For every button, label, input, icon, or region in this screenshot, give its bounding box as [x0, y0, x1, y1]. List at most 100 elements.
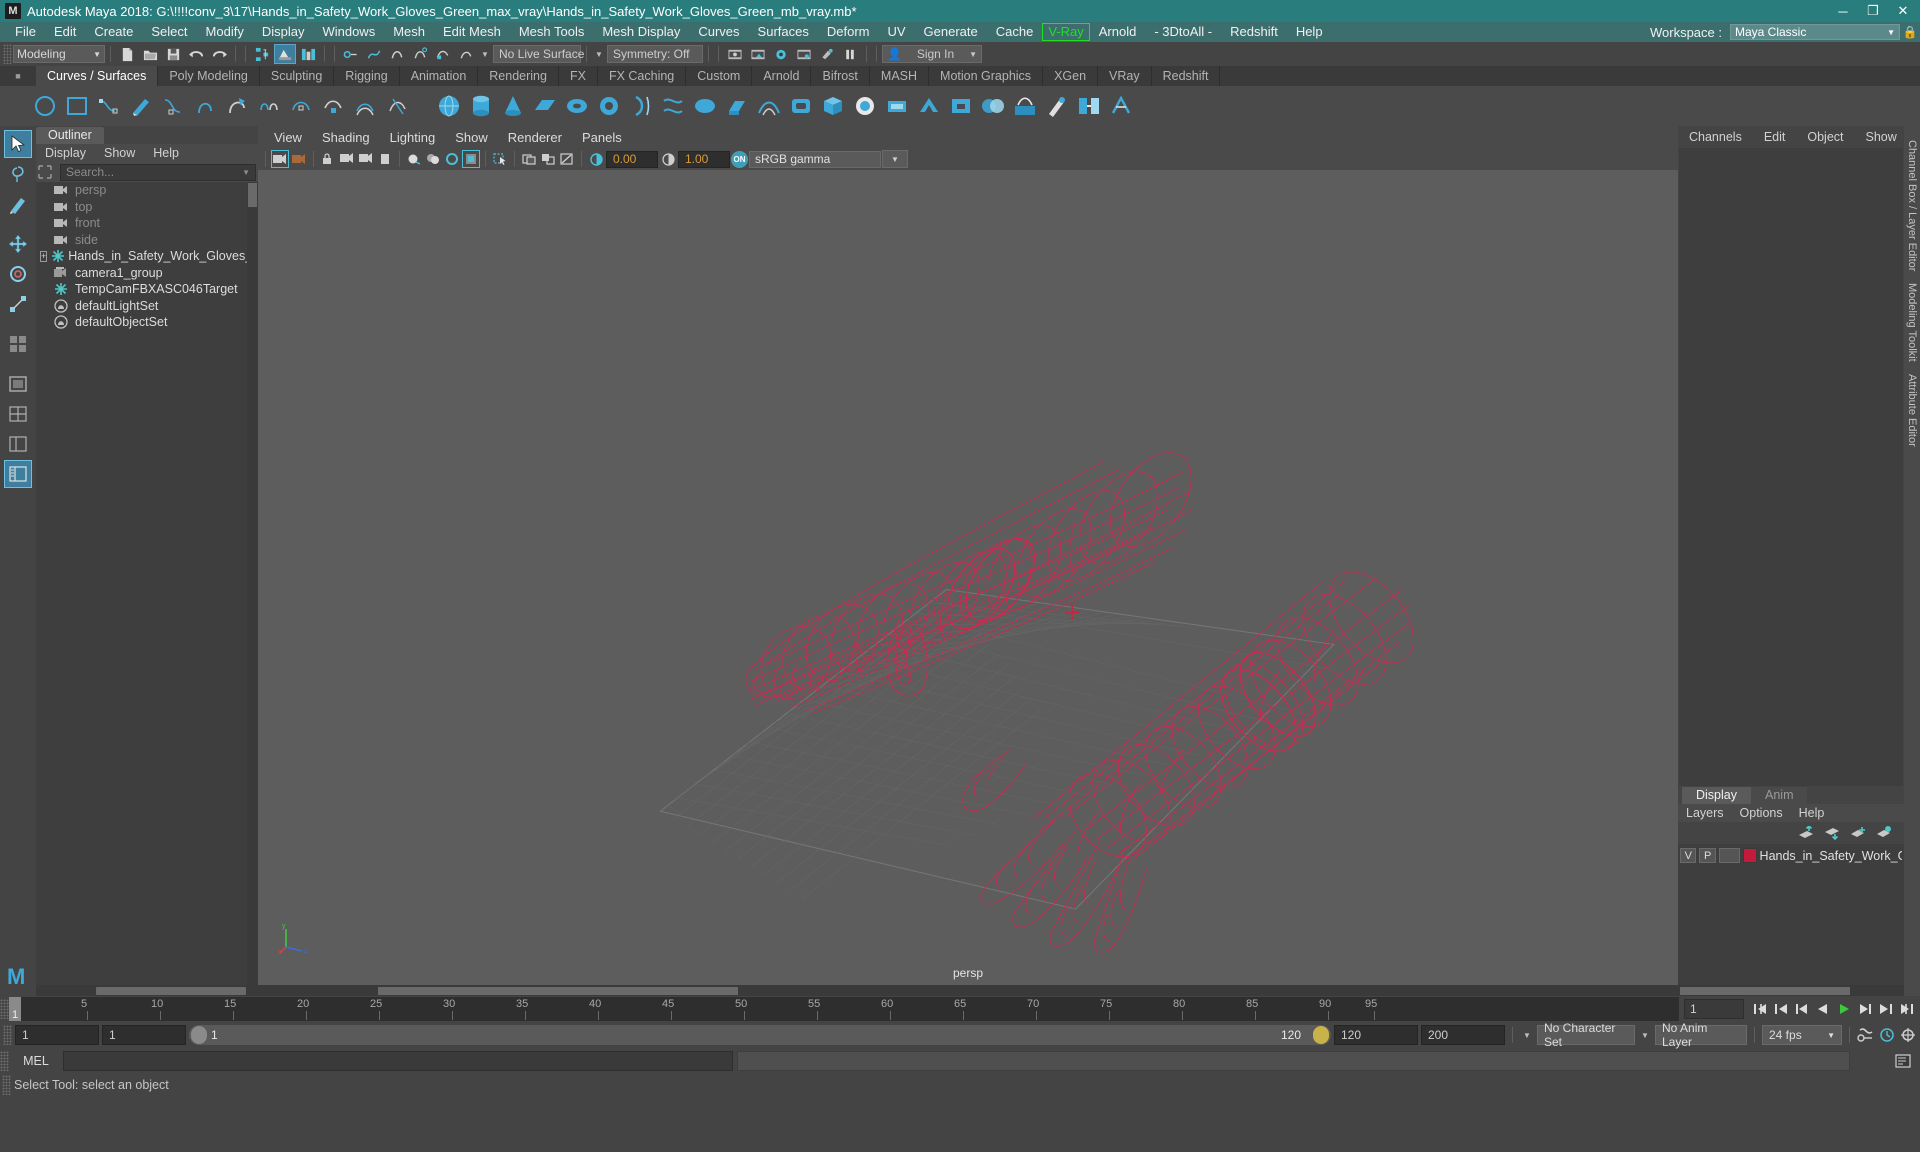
- menu-edit-mesh[interactable]: Edit Mesh: [434, 22, 510, 42]
- bezier-curve-icon[interactable]: [192, 93, 218, 119]
- new-scene-icon[interactable]: [116, 44, 138, 64]
- shelf-tab-rigging[interactable]: Rigging: [334, 66, 400, 86]
- outliner-item-persp[interactable]: persp: [36, 182, 258, 199]
- save-scene-icon[interactable]: [162, 44, 184, 64]
- select-by-object-icon[interactable]: [274, 44, 296, 64]
- close-button[interactable]: ✕: [1888, 1, 1918, 21]
- move-layer-down-icon[interactable]: [1824, 826, 1840, 840]
- time-slider[interactable]: 1 5 10 15 20 25 30 35 40 45 50 55 60 65 …: [9, 997, 1679, 1021]
- viewport-horizontal-scrollbar[interactable]: [258, 985, 1678, 996]
- outliner-item-side[interactable]: side: [36, 232, 258, 249]
- outliner-menu-display[interactable]: Display: [36, 146, 95, 160]
- shelf-tab-poly-modeling[interactable]: Poly Modeling: [158, 66, 260, 86]
- new-layer-icon[interactable]: [1850, 826, 1866, 840]
- bookmark-icon[interactable]: [338, 150, 356, 168]
- menu-mesh-tools[interactable]: Mesh Tools: [510, 22, 594, 42]
- layout-single-icon[interactable]: [4, 370, 32, 398]
- menu-help[interactable]: Help: [1287, 22, 1332, 42]
- outliner-item-default-light-set[interactable]: defaultLightSet: [36, 298, 258, 315]
- menu-file[interactable]: File: [6, 22, 45, 42]
- pause-render-icon[interactable]: [839, 44, 861, 64]
- outliner-item-list[interactable]: persp top front side + Hands_in_Safety_W…: [36, 182, 258, 985]
- square-surface-icon[interactable]: [820, 93, 846, 119]
- open-render-view-icon[interactable]: [793, 44, 815, 64]
- outliner-search-input[interactable]: Search... ▼: [60, 163, 256, 181]
- status-line-handle[interactable]: [3, 44, 12, 64]
- step-back-frame-icon[interactable]: [1793, 1000, 1811, 1018]
- vtab-modeling-toolkit[interactable]: Modeling Toolkit: [1906, 277, 1918, 368]
- color-management-toggle[interactable]: ON: [731, 150, 748, 168]
- layer-list[interactable]: V P Hands_in_Safety_Work_Gloves: [1678, 844, 1904, 985]
- menu-arnold[interactable]: Arnold: [1090, 22, 1146, 42]
- menu-mesh[interactable]: Mesh: [384, 22, 434, 42]
- last-tool-icon[interactable]: [4, 330, 32, 358]
- select-by-component-icon[interactable]: [297, 44, 319, 64]
- screen-space-ao-icon[interactable]: [424, 150, 442, 168]
- range-end-field[interactable]: 120: [1334, 1025, 1418, 1045]
- command-line-handle[interactable]: [0, 1051, 9, 1071]
- snap-to-curve-icon[interactable]: [363, 44, 385, 64]
- layer-row[interactable]: V P Hands_in_Safety_Work_Gloves: [1680, 847, 1902, 864]
- two-sided-lighting-icon[interactable]: [376, 150, 394, 168]
- paint-select-tool[interactable]: [4, 190, 32, 218]
- isolate-select-icon[interactable]: [491, 150, 509, 168]
- snap-to-projected-center-icon[interactable]: [409, 44, 431, 64]
- trim-icon[interactable]: [916, 93, 942, 119]
- chevron-down-icon[interactable]: ▼: [1520, 1031, 1534, 1040]
- outliner-tab[interactable]: Outliner: [36, 127, 104, 144]
- menu-modify[interactable]: Modify: [197, 22, 253, 42]
- anim-layer-select[interactable]: No Anim Layer: [1655, 1021, 1747, 1049]
- go-to-end-icon[interactable]: [1898, 1000, 1916, 1018]
- layer-menu-help[interactable]: Help: [1791, 806, 1833, 820]
- untrim-icon[interactable]: [948, 93, 974, 119]
- render-current-frame-icon[interactable]: [724, 44, 746, 64]
- character-set-select[interactable]: No Character Set: [1537, 1021, 1635, 1049]
- lock-camera-icon[interactable]: [319, 150, 337, 168]
- shelf-tab-menu-icon[interactable]: ■: [0, 66, 36, 86]
- layout-four-view-icon[interactable]: [4, 400, 32, 428]
- shelf-tab-curves-surfaces[interactable]: Curves / Surfaces: [36, 66, 159, 86]
- sign-in-button[interactable]: 👤 Sign In ▼: [882, 45, 982, 63]
- stitch-icon[interactable]: [1108, 93, 1134, 119]
- cone-icon[interactable]: [500, 93, 526, 119]
- lock-icon[interactable]: 🔒: [1900, 25, 1920, 39]
- circle-curve-icon[interactable]: [32, 93, 58, 119]
- vtab-attribute-editor[interactable]: Attribute Editor: [1906, 368, 1918, 453]
- scale-tool[interactable]: [4, 290, 32, 318]
- channel-box-menu-edit[interactable]: Edit: [1753, 130, 1797, 144]
- shelf-tab-bifrost[interactable]: Bifrost: [811, 66, 870, 86]
- animation-preferences-icon[interactable]: [1878, 1026, 1896, 1044]
- menu-edit[interactable]: Edit: [45, 22, 85, 42]
- square-curve-icon[interactable]: [64, 93, 90, 119]
- new-layer-from-selected-icon[interactable]: [1876, 826, 1892, 840]
- cylinder-icon[interactable]: [468, 93, 494, 119]
- viewport-menu-panels[interactable]: Panels: [572, 130, 632, 145]
- shelf-tab-motion-graphics[interactable]: Motion Graphics: [929, 66, 1044, 86]
- menu-deform[interactable]: Deform: [818, 22, 879, 42]
- birail-icon[interactable]: [756, 93, 782, 119]
- ipr-render-icon[interactable]: [747, 44, 769, 64]
- bevel-icon[interactable]: [852, 93, 878, 119]
- auto-key-icon[interactable]: [1857, 1026, 1875, 1044]
- step-forward-key-icon[interactable]: [1877, 1000, 1895, 1018]
- menu-windows[interactable]: Windows: [313, 22, 384, 42]
- menu-generate[interactable]: Generate: [915, 22, 987, 42]
- gamma-field[interactable]: 1.00: [678, 150, 730, 168]
- expand-icon[interactable]: +: [40, 250, 48, 262]
- chevron-down-icon[interactable]: ▼: [478, 50, 492, 59]
- shelf-tab-mash[interactable]: MASH: [870, 66, 930, 86]
- lasso-select-tool[interactable]: [4, 160, 32, 188]
- help-line-handle[interactable]: [2, 1075, 11, 1095]
- outliner-item-hands-mesh[interactable]: + Hands_in_Safety_Work_Gloves_Green: [36, 248, 258, 265]
- multisample-icon[interactable]: [462, 150, 480, 168]
- snap-to-grid-icon[interactable]: [340, 44, 362, 64]
- surface-fillet-icon[interactable]: [1076, 93, 1102, 119]
- workspace-select[interactable]: Maya Classic ▼: [1730, 24, 1900, 40]
- current-frame-field[interactable]: 1: [1684, 999, 1744, 1019]
- shelf-tab-fx-caching[interactable]: FX Caching: [598, 66, 687, 86]
- menu-curves[interactable]: Curves: [689, 22, 748, 42]
- attach-curve-icon[interactable]: [256, 93, 282, 119]
- xray-active-components-icon[interactable]: [558, 150, 576, 168]
- menu-vray[interactable]: V-Ray: [1042, 23, 1090, 41]
- layer-visibility-toggle[interactable]: V: [1680, 848, 1697, 863]
